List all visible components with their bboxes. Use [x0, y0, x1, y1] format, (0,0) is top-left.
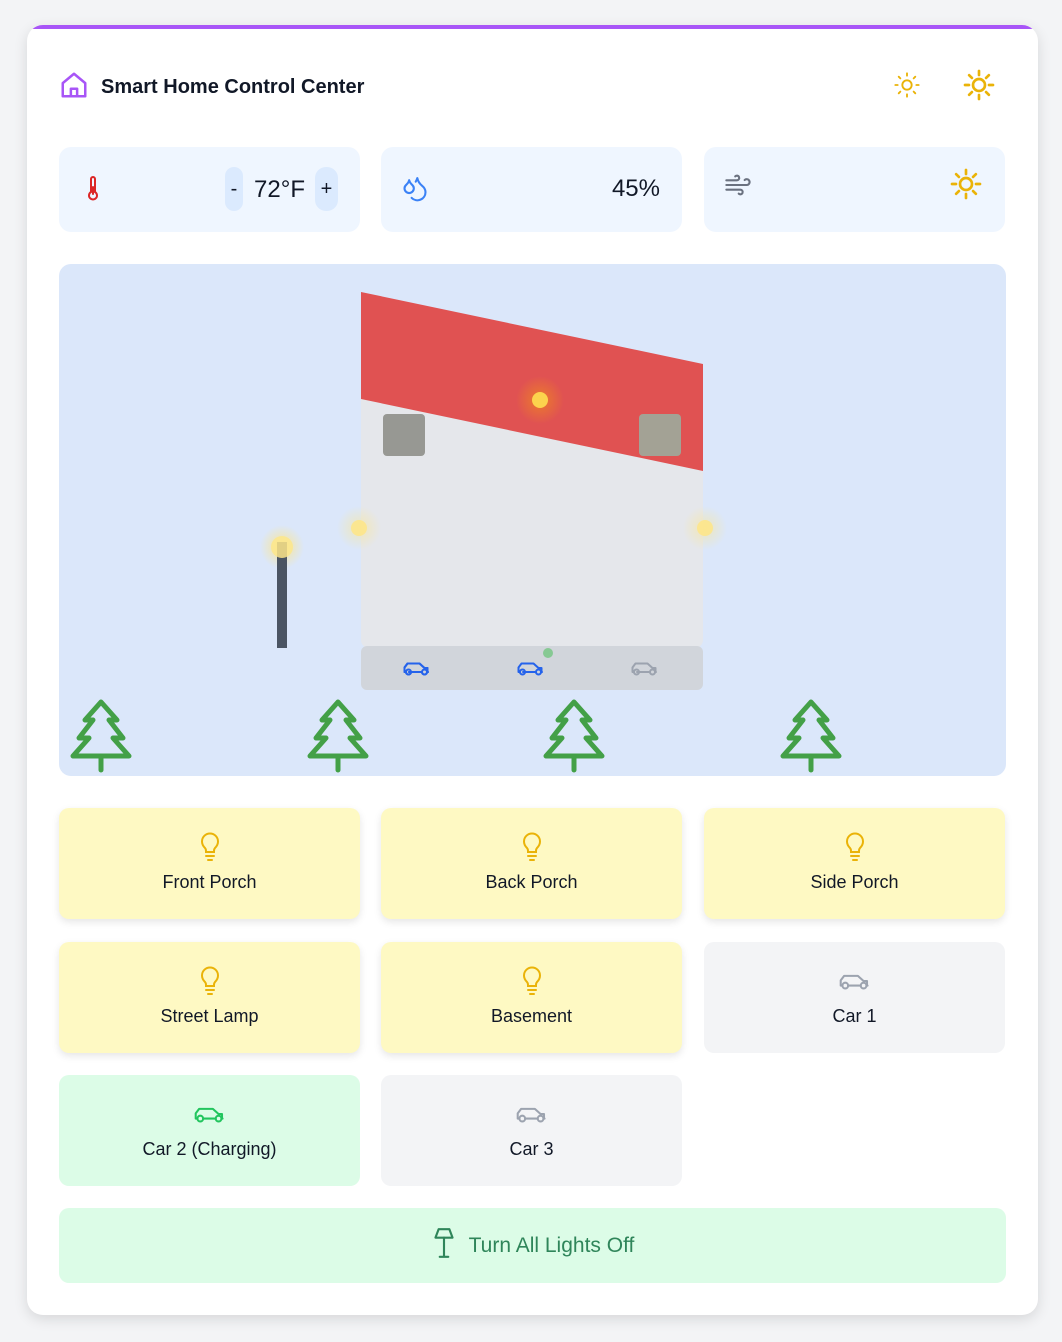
- car-icon: [516, 1097, 548, 1131]
- home-icon: [59, 70, 89, 105]
- street-lamp-button[interactable]: Street Lamp: [59, 942, 360, 1053]
- control-panel: Smart Home Control Center - 72°F + 45% F…: [27, 25, 1038, 1315]
- lightbulb-icon: [843, 830, 867, 864]
- device-label: Car 1: [832, 1006, 877, 1026]
- page-title: Smart Home Control Center: [101, 75, 365, 98]
- droplets-icon: [401, 174, 429, 207]
- car-3-button[interactable]: Car 3: [381, 1075, 682, 1186]
- device-label: Car 3: [509, 1139, 554, 1159]
- humidity-tile: 45%: [381, 147, 682, 232]
- weather-tile: [704, 147, 1005, 232]
- basement-button[interactable]: Basement: [381, 942, 682, 1053]
- turn-all-lights-off-label: Turn All Lights Off: [468, 1233, 635, 1257]
- back-porch-button[interactable]: Back Porch: [381, 808, 682, 919]
- device-label: Front Porch: [162, 872, 257, 892]
- device-label: Street Lamp: [160, 1006, 259, 1026]
- humidity-value: 45%: [611, 175, 660, 202]
- front-porch-button[interactable]: Front Porch: [59, 808, 360, 919]
- street-lamp[interactable]: [260, 525, 304, 648]
- lightbulb-icon: [198, 964, 222, 998]
- house-scene: [59, 264, 1006, 776]
- lamp-icon: [431, 1227, 457, 1265]
- wind-icon: [724, 171, 752, 204]
- brightness-high-button[interactable]: [961, 69, 997, 105]
- device-label: Car 2 (Charging): [142, 1139, 277, 1159]
- turn-all-lights-off-button[interactable]: Turn All Lights Off: [59, 1208, 1006, 1283]
- sun-weather-icon: [950, 168, 982, 205]
- window-left: [383, 414, 425, 456]
- charging-indicator: [543, 648, 553, 658]
- front-porch-light[interactable]: [337, 506, 381, 550]
- house: [361, 292, 703, 690]
- temperature-decrease-button[interactable]: -: [225, 167, 243, 211]
- device-label: Back Porch: [485, 872, 578, 892]
- device-label: Basement: [490, 1006, 573, 1026]
- header: Smart Home Control Center: [59, 71, 364, 103]
- temperature-increase-button[interactable]: +: [315, 167, 338, 211]
- temperature-tile: - 72°F +: [59, 147, 360, 232]
- brightness-low-button[interactable]: [889, 69, 925, 105]
- device-label: Side Porch: [810, 872, 899, 892]
- lightbulb-icon: [520, 964, 544, 998]
- car-icon: [194, 1097, 226, 1131]
- back-porch-light[interactable]: [516, 376, 564, 424]
- tree-icon: [780, 699, 842, 773]
- side-porch-light[interactable]: [683, 506, 727, 550]
- sun-icon: [963, 69, 995, 106]
- lightbulb-icon: [198, 830, 222, 864]
- car-2-button[interactable]: Car 2 (Charging): [59, 1075, 360, 1186]
- car-icon: [839, 964, 871, 998]
- car-1-button[interactable]: Car 1: [704, 942, 1005, 1053]
- tree-icon: [543, 699, 605, 773]
- sun-small-icon: [893, 71, 921, 104]
- window-right: [639, 414, 681, 456]
- lightbulb-icon: [520, 830, 544, 864]
- tree-icon: [70, 699, 132, 773]
- temperature-value: 72°F: [254, 176, 305, 203]
- side-porch-button[interactable]: Side Porch: [704, 808, 1005, 919]
- thermometer-icon: [81, 175, 105, 208]
- tree-icon: [307, 699, 369, 773]
